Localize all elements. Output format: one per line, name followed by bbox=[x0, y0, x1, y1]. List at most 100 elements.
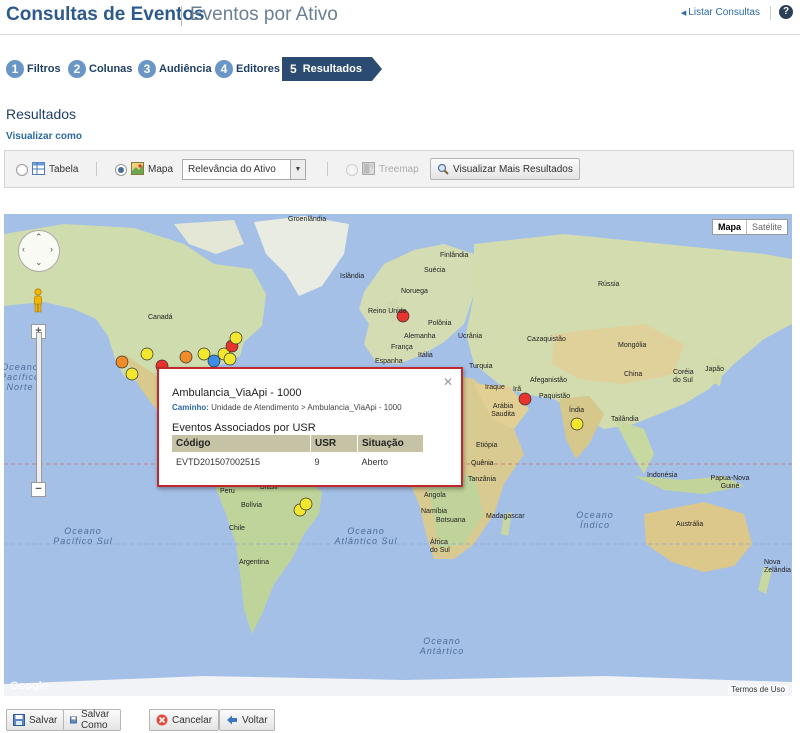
map-label: Iraque bbox=[485, 384, 505, 391]
save-as-button[interactable]: Salvar Como bbox=[63, 709, 122, 731]
map-label: Itália bbox=[418, 352, 433, 359]
header-divider bbox=[770, 6, 771, 20]
step-number: 4 bbox=[215, 60, 233, 78]
step-audiencia[interactable]: 3 Audiência bbox=[138, 57, 212, 81]
step-number: 2 bbox=[68, 60, 86, 78]
chevron-down-icon: ▼ bbox=[290, 160, 305, 179]
map-label: Coréia do Sul bbox=[673, 369, 694, 384]
title-divider bbox=[181, 6, 182, 26]
map-label: Turquia bbox=[469, 363, 493, 370]
cancel-label: Cancelar bbox=[172, 714, 213, 726]
wizard-steps: 1 Filtros 2 Colunas 3 Audiência 4 Editor… bbox=[6, 57, 426, 81]
map-label: Mongólia bbox=[618, 342, 647, 349]
floppy-disk-icon bbox=[13, 714, 25, 726]
table-view-radio[interactable] bbox=[16, 164, 28, 176]
back-triangle-icon: ◀ bbox=[680, 10, 687, 17]
cancel-button[interactable]: Cancelar bbox=[149, 709, 220, 731]
map-label: Papua-Nova Guiné bbox=[710, 475, 750, 490]
map-label: Tailândia bbox=[611, 416, 639, 423]
step-number: 3 bbox=[138, 60, 156, 78]
relevance-select[interactable]: Relevância do Ativo ▼ bbox=[182, 159, 306, 180]
view-as-label: Visualizar como bbox=[6, 131, 82, 142]
map-label: Groenlândia bbox=[288, 216, 327, 223]
map-label: Botsuana bbox=[436, 517, 466, 524]
terms-of-use-link[interactable]: Termos de Uso bbox=[728, 685, 788, 694]
map-label: Chile bbox=[229, 525, 245, 532]
pan-down-icon[interactable]: ⌄ bbox=[35, 257, 43, 268]
relevance-select-value: Relevância do Ativo bbox=[188, 164, 276, 175]
map-type-control: Mapa Satélite bbox=[711, 219, 788, 235]
map-label: Espanha bbox=[375, 358, 403, 365]
list-queries-label: Listar Consultas bbox=[688, 7, 760, 18]
map-view-radio[interactable] bbox=[115, 164, 127, 176]
step-label: Editores bbox=[236, 63, 281, 75]
map-label: Nova Zelândia bbox=[764, 559, 791, 574]
step-label: Audiência bbox=[159, 63, 212, 75]
save-label: Salvar bbox=[29, 714, 58, 726]
map-label: Noruega bbox=[401, 288, 428, 295]
map-label: Quênia bbox=[471, 460, 494, 467]
pan-left-icon[interactable]: ‹ bbox=[22, 244, 25, 254]
step-resultados[interactable]: 5 Resultados bbox=[282, 57, 382, 81]
map-label: Argentina bbox=[239, 559, 269, 566]
page-title: Consultas de Eventos bbox=[6, 4, 205, 25]
save-as-label: Salvar Como bbox=[80, 709, 110, 731]
map-label: Bolívia bbox=[241, 502, 263, 509]
map-type-satellite-button[interactable]: Satélite bbox=[745, 220, 787, 234]
map-label: Paquistão bbox=[539, 393, 571, 400]
zoom-slider[interactable] bbox=[36, 332, 42, 486]
column-header-usr: USR bbox=[310, 435, 358, 452]
map-label: Angola bbox=[424, 492, 446, 499]
cancel-icon bbox=[156, 714, 168, 726]
list-queries-link[interactable]: ◀ Listar Consultas bbox=[681, 7, 760, 18]
arrow-left-icon bbox=[227, 715, 237, 725]
close-icon[interactable]: ✕ bbox=[443, 375, 453, 389]
cell-usr: 9 bbox=[314, 457, 320, 467]
map-label: Namíbia bbox=[421, 508, 448, 515]
zoom-out-button[interactable]: − bbox=[31, 482, 46, 497]
magnifier-icon bbox=[437, 163, 449, 175]
map-type-map-button[interactable]: Mapa bbox=[713, 220, 746, 234]
step-editores[interactable]: 4 Editores bbox=[215, 57, 280, 81]
popup-title: Ambulancia_ViaApi - 1000 bbox=[172, 387, 302, 399]
step-colunas[interactable]: 2 Colunas bbox=[68, 57, 132, 81]
map-label: Rússia bbox=[598, 281, 620, 288]
save-button[interactable]: Salvar bbox=[6, 709, 65, 731]
back-button[interactable]: Voltar bbox=[219, 709, 275, 731]
map-label: Irã bbox=[513, 386, 522, 393]
map-label: Afeganistão bbox=[530, 377, 567, 384]
step-filtros[interactable]: 1 Filtros bbox=[6, 57, 61, 81]
treemap-icon bbox=[362, 162, 375, 175]
section-title: Resultados bbox=[6, 106, 77, 122]
column-header-codigo: Código bbox=[172, 435, 311, 452]
map-label: Reino Unido bbox=[368, 308, 407, 315]
view-more-results-button[interactable]: Visualizar Mais Resultados bbox=[430, 158, 580, 180]
cell-situacao: Aberto bbox=[361, 457, 389, 467]
table-row[interactable]: EVTD201507002515 9 Aberto bbox=[172, 452, 424, 472]
ocean-label: Oceano Atlântico Sul bbox=[334, 526, 398, 546]
map-icon bbox=[131, 162, 144, 175]
map-label: Finlândia bbox=[440, 252, 469, 259]
map-label: Polônia bbox=[428, 320, 452, 327]
street-view-pegman-icon[interactable] bbox=[32, 288, 44, 314]
view-more-results-label: Visualizar Mais Resultados bbox=[453, 163, 573, 175]
help-icon[interactable]: ? bbox=[779, 5, 793, 19]
map-label: Suécia bbox=[424, 267, 446, 274]
map-label: Canadá bbox=[148, 314, 173, 321]
map-label: Islândia bbox=[340, 273, 365, 280]
pan-up-icon[interactable]: ⌃ bbox=[35, 232, 43, 243]
cell-codigo: EVTD201507002515 bbox=[176, 457, 261, 467]
pan-control[interactable]: ⌃ ⌄ ‹ › bbox=[18, 230, 60, 272]
popup-path: Caminho: Unidade de Atendimento > Ambula… bbox=[172, 403, 402, 412]
map-label: Cazaquistão bbox=[527, 336, 566, 343]
table-view-label: Tabela bbox=[49, 164, 79, 175]
ocean-label: Oceano Índico bbox=[576, 510, 614, 530]
treemap-view-radio[interactable] bbox=[346, 164, 358, 176]
map-label: Etiópia bbox=[476, 442, 498, 449]
ocean-label: Oceano Pacífico Sul bbox=[53, 526, 113, 546]
map-view-label: Mapa bbox=[148, 164, 174, 175]
map-label: Indonésia bbox=[647, 472, 678, 479]
step-number: 1 bbox=[6, 60, 24, 78]
step-label: Colunas bbox=[89, 63, 133, 75]
pan-right-icon[interactable]: › bbox=[50, 244, 53, 254]
